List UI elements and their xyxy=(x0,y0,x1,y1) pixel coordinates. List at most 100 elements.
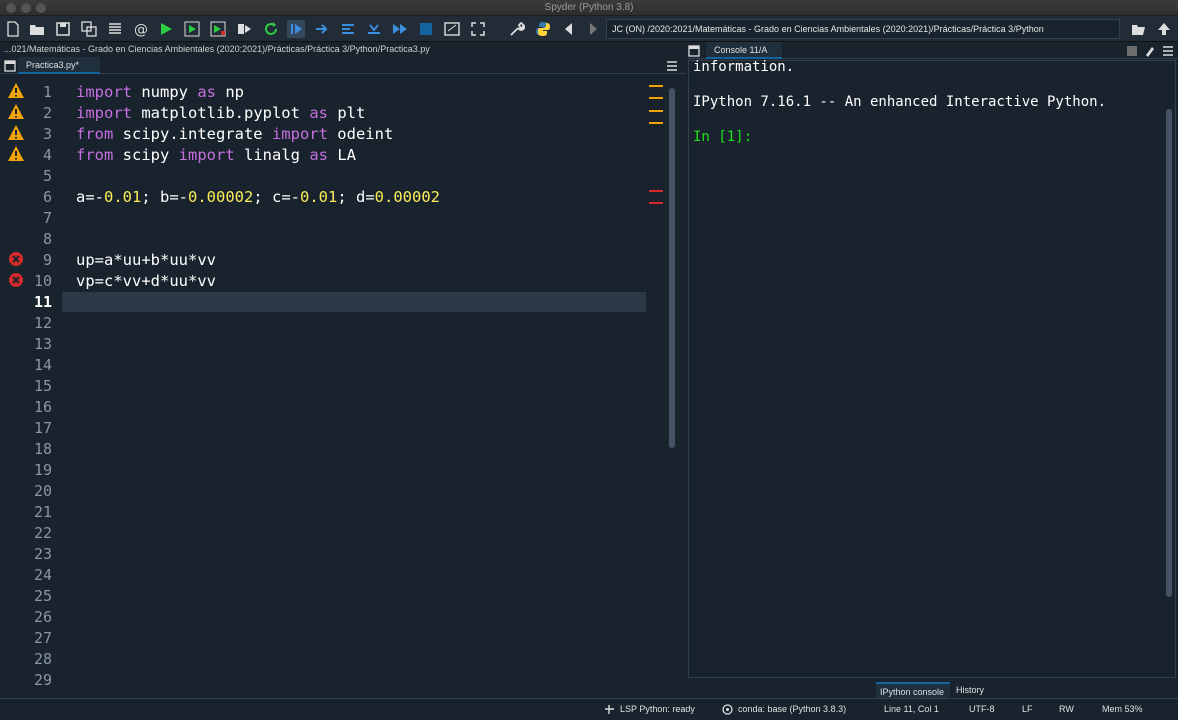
run-cell-button[interactable] xyxy=(183,20,201,38)
line-number[interactable]: 3 xyxy=(26,124,52,145)
error-flag[interactable] xyxy=(649,190,663,192)
code-editor[interactable]: import numpy as np import matplotlib.pyp… xyxy=(62,78,648,694)
line-number[interactable]: 22 xyxy=(26,523,52,544)
line-number[interactable]: 5 xyxy=(26,166,52,187)
continue-button[interactable] xyxy=(391,20,409,38)
fullscreen-button[interactable] xyxy=(469,20,487,38)
console-prompt[interactable]: In [1]: xyxy=(693,129,752,145)
warning-flag[interactable] xyxy=(649,110,663,112)
run-cell-advance-button[interactable] xyxy=(209,20,227,38)
line-number[interactable]: 7 xyxy=(26,208,52,229)
tab-history[interactable]: History xyxy=(952,682,992,698)
keyword: import xyxy=(76,83,132,101)
console-banner: IPython 7.16.1 -- An enhanced Interactiv… xyxy=(693,94,1107,110)
line-number[interactable]: 25 xyxy=(26,586,52,607)
line-number[interactable]: 19 xyxy=(26,460,52,481)
tab-label: Console 11/A xyxy=(714,45,768,55)
console-options-icon[interactable] xyxy=(1162,45,1174,57)
save-all-button[interactable] xyxy=(80,20,98,38)
browse-tabs-icon[interactable] xyxy=(4,60,16,72)
tab-console[interactable]: Console 11/A xyxy=(706,42,782,59)
working-directory-input[interactable]: JC (ON) /2020:2021/Matemáticas - Grado e… xyxy=(606,19,1120,39)
browse-directory-button[interactable] xyxy=(1130,20,1148,38)
step-into-button[interactable] xyxy=(339,20,357,38)
code-text: ; c=- xyxy=(253,188,300,206)
line-number[interactable]: 8 xyxy=(26,229,52,250)
clear-console-icon[interactable] xyxy=(1144,45,1156,57)
line-number[interactable]: 2 xyxy=(26,103,52,124)
arrow-up-icon xyxy=(1158,23,1170,35)
line-number[interactable]: 4 xyxy=(26,145,52,166)
save-all-icon xyxy=(81,21,97,37)
minimize-window-button[interactable] xyxy=(21,3,31,13)
editor-scrollbar-thumb[interactable] xyxy=(669,88,675,448)
step-button[interactable] xyxy=(313,20,331,38)
line-number[interactable]: 17 xyxy=(26,418,52,439)
line-number[interactable]: 16 xyxy=(26,397,52,418)
warning-flag[interactable] xyxy=(649,97,663,99)
stop-debug-button[interactable] xyxy=(417,20,435,38)
number-literal: 0.00002 xyxy=(374,188,440,206)
python-path-button[interactable] xyxy=(534,20,552,38)
line-number[interactable]: 18 xyxy=(26,439,52,460)
rerun-button[interactable] xyxy=(262,20,280,38)
line-number[interactable]: 24 xyxy=(26,565,52,586)
back-button[interactable] xyxy=(560,20,578,38)
at-button[interactable]: @ xyxy=(132,20,150,38)
ipython-console[interactable]: information. IPython 7.16.1 -- An enhanc… xyxy=(688,59,1176,678)
error-flag[interactable] xyxy=(649,202,663,204)
at-icon: @ xyxy=(134,22,148,37)
line-number[interactable]: 29 xyxy=(26,670,52,691)
code-line-2: import matplotlib.pyplot as plt xyxy=(76,103,365,124)
console-scrollbar[interactable] xyxy=(1165,105,1173,671)
forward-button[interactable] xyxy=(584,20,602,38)
line-number[interactable]: 1 xyxy=(26,82,52,103)
error-icon xyxy=(9,252,23,266)
code-text: ; b=- xyxy=(141,188,188,206)
line-number[interactable]: 23 xyxy=(26,544,52,565)
line-number[interactable]: 9 xyxy=(26,250,52,271)
line-number[interactable]: 13 xyxy=(26,334,52,355)
line-number[interactable]: 15 xyxy=(26,376,52,397)
run-cell-icon xyxy=(184,21,200,37)
tab-practica3[interactable]: Practica3.py* xyxy=(18,57,100,74)
conda-env-status: conda: base (Python 3.8.3) xyxy=(738,704,847,714)
arrow-right-icon xyxy=(590,23,597,35)
line-number[interactable]: 6 xyxy=(26,187,52,208)
zoom-window-button[interactable] xyxy=(36,3,46,13)
folder-icon xyxy=(30,25,44,35)
line-number[interactable]: 10 xyxy=(26,271,52,292)
run-selection-button[interactable] xyxy=(235,20,253,38)
line-number[interactable]: 28 xyxy=(26,649,52,670)
console-output-line: information. xyxy=(693,59,795,75)
line-number[interactable]: 14 xyxy=(26,355,52,376)
new-file-button[interactable] xyxy=(4,20,22,38)
console-scrollbar-thumb[interactable] xyxy=(1166,109,1172,597)
close-window-button[interactable] xyxy=(6,3,16,13)
run-file-button[interactable] xyxy=(157,20,175,38)
line-number[interactable]: 20 xyxy=(26,481,52,502)
debug-button[interactable] xyxy=(287,20,305,38)
line-number[interactable]: 21 xyxy=(26,502,52,523)
stop-kernel-icon[interactable] xyxy=(1126,45,1138,57)
line-number[interactable]: 27 xyxy=(26,628,52,649)
line-number[interactable]: 12 xyxy=(26,313,52,334)
open-file-button[interactable] xyxy=(28,20,46,38)
tab-ipython-console[interactable]: IPython console xyxy=(876,682,950,698)
editor-scrollbar[interactable] xyxy=(668,78,676,690)
line-number[interactable]: 11 xyxy=(26,292,52,313)
editor-options-icon[interactable] xyxy=(666,60,678,72)
code-text: LA xyxy=(327,146,356,164)
step-return-button[interactable] xyxy=(365,20,383,38)
browse-console-tabs-icon[interactable] xyxy=(688,45,700,57)
line-number[interactable]: 26 xyxy=(26,607,52,628)
warning-flag[interactable] xyxy=(649,85,663,87)
maximize-pane-button[interactable] xyxy=(443,20,461,38)
code-line-9: up=a*uu+b*uu*vv xyxy=(76,251,216,269)
save-button[interactable] xyxy=(54,20,72,38)
parent-directory-button[interactable] xyxy=(1155,20,1173,38)
warning-flag[interactable] xyxy=(649,122,663,124)
preferences-button[interactable] xyxy=(508,20,526,38)
step-icon xyxy=(316,24,328,34)
outline-button[interactable] xyxy=(106,20,124,38)
